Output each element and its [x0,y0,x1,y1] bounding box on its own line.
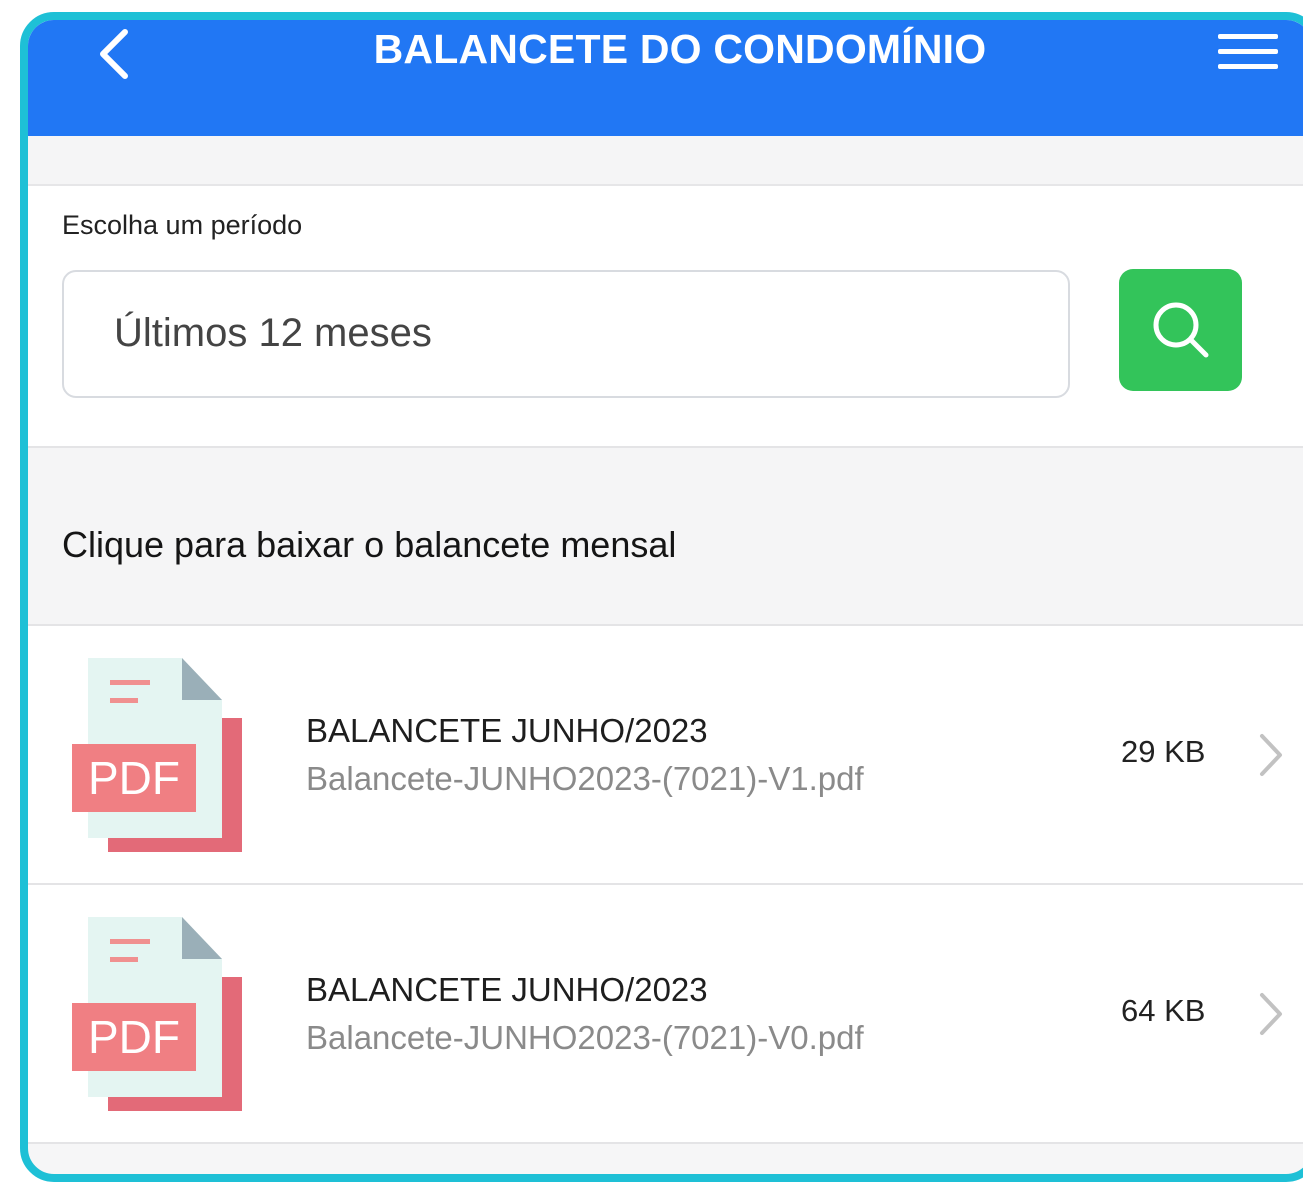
chevron-right-icon [1260,734,1282,776]
pdf-file-icon: PDF [72,658,242,852]
file-list: PDF BALANCETE JUNHO/2023 Balancete-JUNHO… [28,626,1303,1144]
search-icon [1153,302,1208,358]
app-frame: BALANCETE DO CONDOMÍNIO Escolha um perío… [20,12,1303,1182]
file-name: BALANCETE JUNHO/2023 [306,971,708,1008]
page-title: BALANCETE DO CONDOMÍNIO [373,26,987,72]
file-path: Balancete-JUNHO2023-(7021)-V1.pdf [306,760,864,797]
period-filter-panel: Escolha um período Últimos 12 meses [28,186,1303,448]
file-row[interactable]: PDF BALANCETE JUNHO/2023 Balancete-JUNHO… [28,885,1303,1144]
svg-text:PDF: PDF [88,752,180,804]
file-size: 64 KB [1121,993,1206,1028]
search-button[interactable] [1119,269,1242,391]
hamburger-menu-icon [1218,34,1278,39]
period-label: Escolha um período [62,210,303,240]
section-header: Clique para baixar o balancete mensal [28,448,1303,626]
file-path: Balancete-JUNHO2023-(7021)-V0.pdf [306,1019,864,1056]
chevron-right-icon [1260,993,1282,1035]
header-spacer [28,136,1303,186]
pdf-file-icon: PDF [72,917,242,1111]
file-size: 29 KB [1121,734,1206,769]
period-select[interactable]: Últimos 12 meses [62,270,1070,398]
section-title: Clique para baixar o balancete mensal [62,524,677,565]
app-header: BALANCETE DO CONDOMÍNIO [28,20,1303,136]
menu-button[interactable] [1218,30,1282,74]
file-name: BALANCETE JUNHO/2023 [306,712,708,749]
file-row[interactable]: PDF BALANCETE JUNHO/2023 Balancete-JUNHO… [28,626,1303,885]
svg-text:PDF: PDF [88,1011,180,1063]
